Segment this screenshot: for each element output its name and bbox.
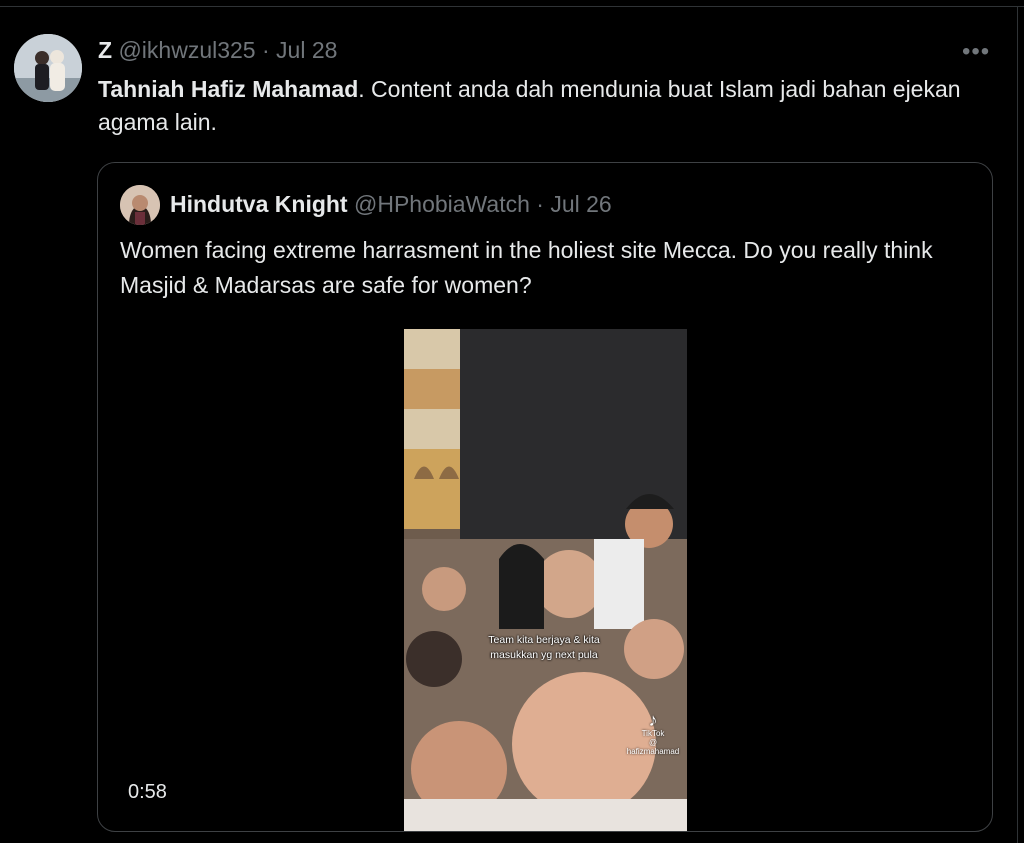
tweet-text-bold: Tahniah Hafiz Mahamad	[98, 76, 359, 102]
tweet-text: Tahniah Hafiz Mahamad. Content anda dah …	[98, 73, 978, 139]
author-handle[interactable]: @ikhwzul325	[118, 37, 255, 63]
tiktok-watermark: ♪ TikTok @ hafizmahamad	[622, 711, 684, 756]
quoted-separator-dot: ·	[536, 191, 544, 217]
quoted-author-avatar[interactable]	[120, 185, 160, 225]
quoted-tweet-text: Women facing extreme harrasment in the h…	[120, 237, 933, 298]
timeline-border	[1017, 6, 1018, 843]
video-caption-line-2: masukkan yg next pula	[490, 649, 598, 661]
quoted-author-handle[interactable]: @HPhobiaWatch	[354, 191, 530, 217]
top-divider	[0, 0, 1024, 7]
more-options-icon[interactable]: •••	[962, 38, 990, 66]
tiktok-icon: ♪	[648, 710, 658, 730]
author-avatar[interactable]	[14, 34, 82, 102]
video-player[interactable]: Team kita berjaya & kita masukkan yg nex…	[404, 329, 687, 831]
tweet-date[interactable]: Jul 28	[276, 37, 337, 63]
tiktok-handle: @ hafizmahamad	[626, 738, 680, 756]
quoted-tweet-header: Hindutva Knight @HPhobiaWatch · Jul 26	[170, 190, 612, 218]
video-duration: 0:58	[128, 781, 167, 803]
separator-dot: ·	[261, 37, 270, 63]
quoted-author-name[interactable]: Hindutva Knight	[170, 191, 348, 217]
video-caption-line-1: Team kita berjaya & kita	[488, 634, 600, 646]
quoted-tweet-card[interactable]: Hindutva Knight @HPhobiaWatch · Jul 26 W…	[97, 162, 993, 832]
author-name[interactable]: Z	[98, 37, 112, 63]
tiktok-brand: TikTok	[641, 729, 665, 738]
quoted-tweet-date[interactable]: Jul 26	[550, 191, 611, 217]
tweet-header: Z @ikhwzul325 · Jul 28	[98, 36, 337, 64]
video-caption: Team kita berjaya & kita masukkan yg nex…	[459, 633, 629, 663]
